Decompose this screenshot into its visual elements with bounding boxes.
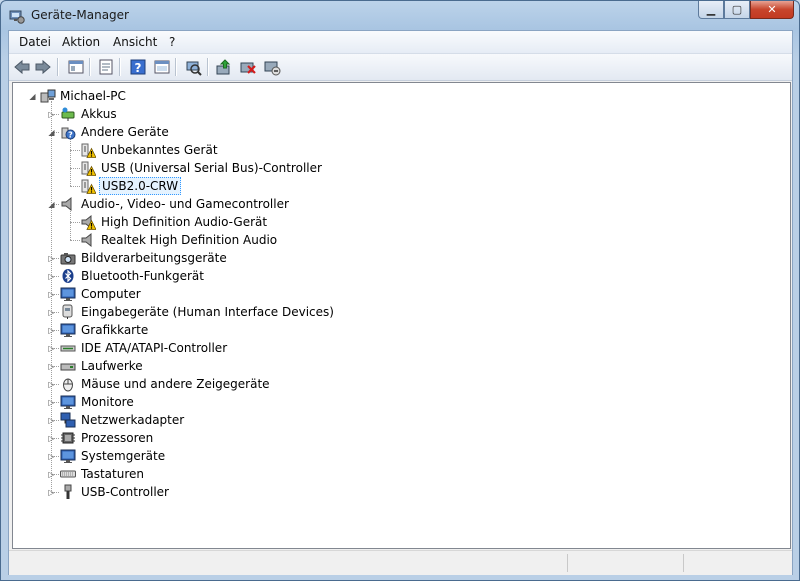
unknown-device-icon bbox=[81, 161, 96, 176]
status-bar bbox=[9, 550, 792, 575]
expand-arrow-icon[interactable]: ▷ bbox=[47, 470, 56, 479]
tree-item-text: High Definition Audio-Gerät bbox=[101, 215, 268, 229]
device-tree[interactable]: ◢ Michael-PC ▷ Akkus ◢? Andere Geräte Unbekann… bbox=[12, 82, 791, 549]
speaker-icon bbox=[81, 214, 96, 230]
tree-root-label: Michael-PC bbox=[60, 89, 126, 103]
tree-item-text: Mäuse und andere Zeigegeräte bbox=[81, 377, 270, 391]
menu-ansicht[interactable]: Ansicht bbox=[113, 35, 157, 49]
expand-arrow-icon[interactable]: ▷ bbox=[47, 452, 56, 461]
speaker-icon bbox=[81, 232, 92, 248]
collapse-arrow-icon[interactable]: ◢ bbox=[47, 128, 56, 137]
client-area: Datei Aktion Ansicht ? ? ◢ Michael-PC ▷ Akk… bbox=[8, 30, 793, 575]
camera-icon bbox=[60, 253, 76, 265]
tree-item-text: IDE ATA/ATAPI-Controller bbox=[81, 341, 228, 355]
tree-item-text: Grafikkarte bbox=[81, 323, 149, 337]
expand-arrow-icon[interactable]: ▷ bbox=[47, 344, 56, 353]
tree-item-text: Bildverarbeitungsgeräte bbox=[81, 251, 227, 265]
collapse-arrow-icon[interactable]: ◢ bbox=[28, 92, 37, 101]
tree-item-text: Monitore bbox=[81, 395, 134, 409]
tree-item-text: Audio-, Video- und Gamecontroller bbox=[81, 197, 289, 211]
expand-arrow-icon[interactable]: ▷ bbox=[47, 308, 56, 317]
tree-item-text: Unbekanntes Gerät bbox=[101, 143, 218, 157]
show-hide-tree-icon[interactable] bbox=[67, 58, 85, 76]
menu-help[interactable]: ? bbox=[169, 35, 175, 49]
ide-controller-icon bbox=[60, 345, 76, 352]
monitor-icon bbox=[60, 287, 76, 301]
collapse-arrow-icon[interactable]: ◢ bbox=[47, 200, 56, 209]
disk-drive-icon bbox=[60, 363, 76, 371]
monitor-icon bbox=[60, 323, 76, 337]
view-icon[interactable] bbox=[153, 58, 171, 76]
device-manager-app-icon bbox=[9, 10, 25, 24]
expand-arrow-icon[interactable]: ▷ bbox=[47, 290, 56, 299]
tree-item-text: Eingabegeräte (Human Interface Devices) bbox=[81, 305, 334, 319]
status-panel-2 bbox=[683, 554, 684, 572]
monitor-icon bbox=[60, 395, 76, 409]
expand-arrow-icon[interactable]: ▷ bbox=[47, 326, 56, 335]
window-title: Geräte-Manager bbox=[31, 8, 129, 22]
speaker-icon bbox=[61, 196, 72, 212]
tree-item-text: Netzwerkadapter bbox=[81, 413, 185, 427]
expand-arrow-icon[interactable]: ▷ bbox=[47, 416, 56, 425]
tree-item-text: Realtek High Definition Audio bbox=[101, 233, 278, 247]
expand-arrow-icon[interactable]: ▷ bbox=[47, 434, 56, 443]
tree-item-text: Akkus bbox=[81, 107, 117, 121]
usb-icon bbox=[64, 484, 72, 499]
expand-arrow-icon[interactable]: ▷ bbox=[47, 398, 56, 407]
tree-item-text: Prozessoren bbox=[81, 431, 154, 445]
status-panel-1 bbox=[567, 554, 568, 572]
menu-aktion[interactable]: Aktion bbox=[62, 35, 100, 49]
svg-text:?: ? bbox=[68, 131, 73, 140]
battery-icon bbox=[61, 107, 75, 121]
back-icon[interactable] bbox=[13, 58, 31, 76]
maximize-button[interactable]: ▢ bbox=[724, 1, 750, 19]
svg-text:?: ? bbox=[135, 61, 142, 75]
forward-icon[interactable] bbox=[34, 58, 52, 76]
help-icon[interactable]: ? bbox=[129, 58, 147, 76]
expand-arrow-icon[interactable]: ▷ bbox=[47, 488, 56, 497]
close-button[interactable]: ✕ bbox=[750, 1, 794, 19]
minimize-icon: ▁ bbox=[706, 3, 716, 16]
tree-item-text: Laufwerke bbox=[81, 359, 143, 373]
toolbar: ? bbox=[9, 54, 792, 81]
unknown-device-category-icon: ? bbox=[61, 127, 76, 140]
tree-root-item[interactable] bbox=[13, 87, 783, 105]
expand-arrow-icon[interactable]: ▷ bbox=[47, 254, 56, 263]
tree-item-text: USB-Controller bbox=[81, 485, 169, 499]
disable-icon[interactable] bbox=[263, 58, 281, 76]
mouse-icon bbox=[63, 378, 73, 392]
tree-item-text: Tastaturen bbox=[81, 467, 144, 481]
unknown-device-icon bbox=[81, 143, 96, 158]
computer-icon bbox=[40, 89, 56, 103]
bluetooth-icon bbox=[62, 269, 74, 283]
tree-item-text: Andere Geräte bbox=[81, 125, 169, 139]
scan-hardware-icon[interactable] bbox=[184, 58, 202, 76]
minimize-button[interactable]: ▁ bbox=[698, 1, 724, 19]
expand-arrow-icon[interactable]: ▷ bbox=[47, 110, 56, 119]
tree-item-text: USB2.0-CRW bbox=[99, 177, 182, 195]
unknown-device-icon bbox=[81, 179, 96, 194]
tree-item-text: Computer bbox=[81, 287, 141, 301]
title-bar[interactable]: Geräte-Manager ▁ ▢ ✕ bbox=[1, 1, 799, 31]
menu-datei[interactable]: Datei bbox=[19, 35, 51, 49]
expand-arrow-icon[interactable]: ▷ bbox=[47, 272, 56, 281]
tree-item-text: Systemgeräte bbox=[81, 449, 166, 463]
maximize-icon: ▢ bbox=[731, 3, 743, 16]
monitor-icon bbox=[60, 449, 76, 463]
expand-arrow-icon[interactable]: ▷ bbox=[47, 362, 56, 371]
tree-item-text: Bluetooth-Funkgerät bbox=[81, 269, 204, 283]
uninstall-icon[interactable] bbox=[239, 58, 257, 76]
network-adapter-icon bbox=[60, 412, 76, 428]
keyboard-icon bbox=[60, 470, 76, 478]
expand-arrow-icon[interactable]: ▷ bbox=[47, 380, 56, 389]
close-icon: ✕ bbox=[767, 3, 777, 16]
tree-item-text: USB (Universal Serial Bus)-Controller bbox=[101, 161, 322, 175]
hid-device-icon bbox=[62, 304, 73, 319]
menu-bar: Datei Aktion Ansicht ? bbox=[9, 31, 792, 54]
properties-icon[interactable] bbox=[97, 58, 115, 76]
device-manager-window: Geräte-Manager ▁ ▢ ✕ Datei Aktion Ansich… bbox=[0, 0, 800, 581]
processor-icon bbox=[61, 432, 75, 444]
tree-item-akkus[interactable] bbox=[13, 105, 783, 123]
update-driver-icon[interactable] bbox=[215, 58, 233, 76]
